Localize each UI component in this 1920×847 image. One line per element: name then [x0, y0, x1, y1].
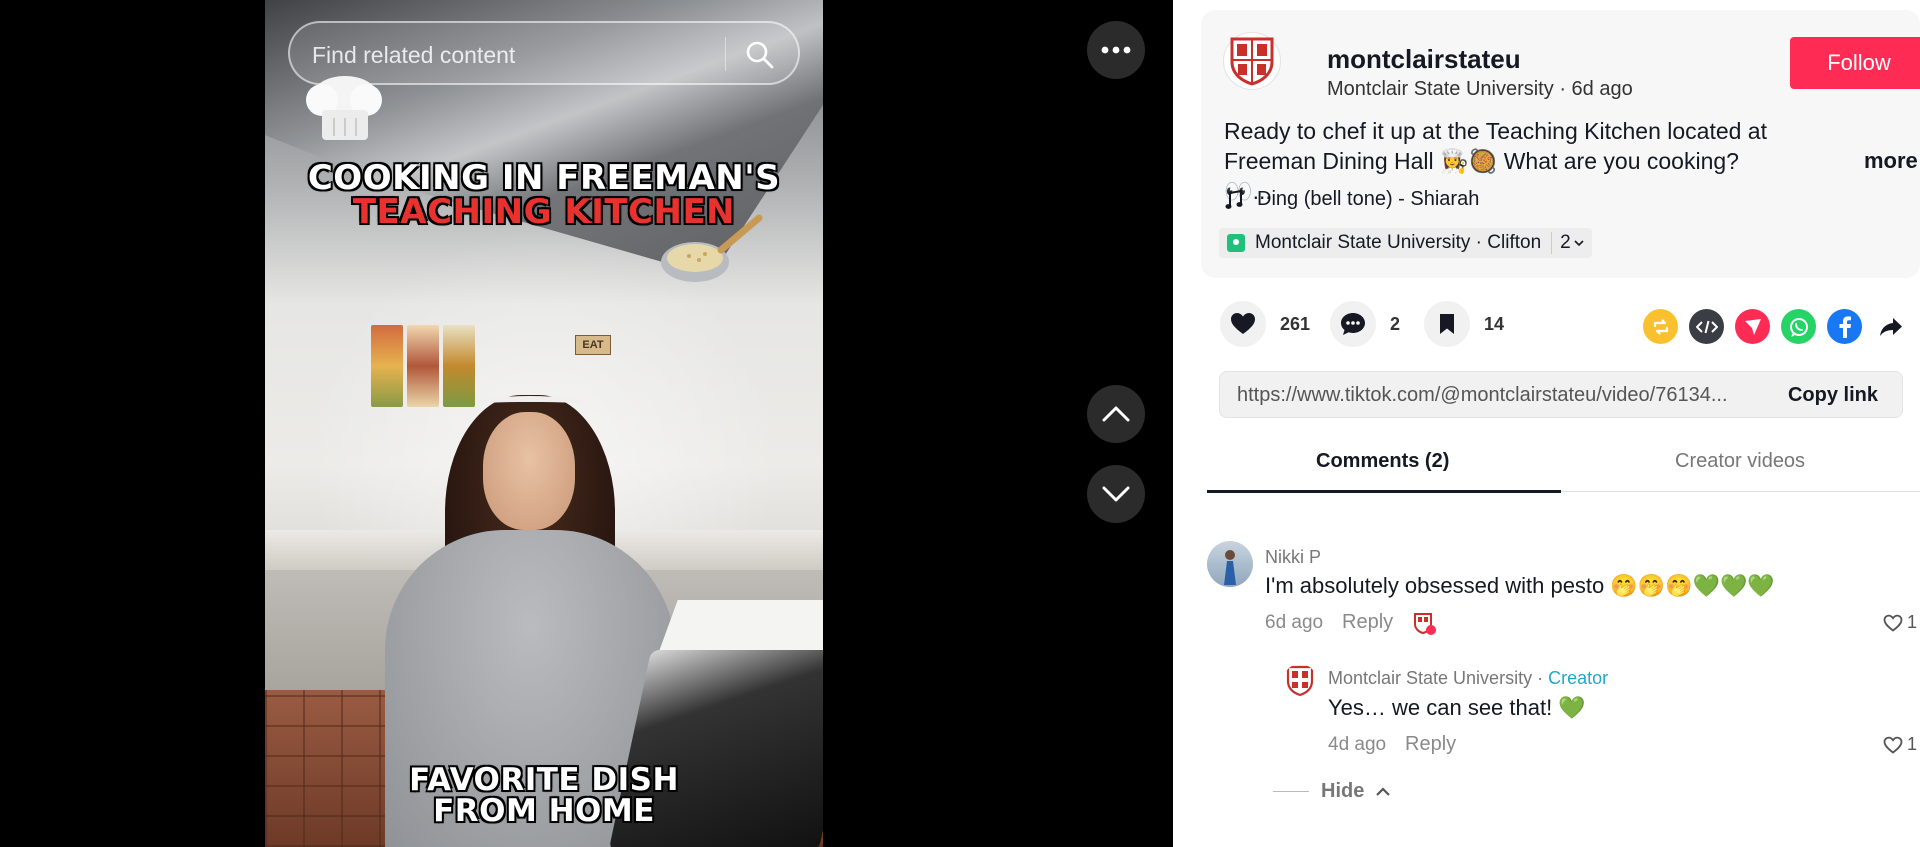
details-panel: montclairstateu Montclair State Universi… — [1173, 0, 1920, 847]
like-action[interactable]: 261 — [1220, 301, 1310, 347]
author-username[interactable]: montclairstateu — [1327, 44, 1521, 75]
wall-art — [407, 325, 439, 407]
separator-dot: · — [1559, 78, 1572, 100]
reply-time: 4d ago — [1328, 734, 1387, 755]
reply-like[interactable]: 1 — [1883, 734, 1917, 755]
music-title: Ding (bell tone) - Shiarah — [1257, 188, 1480, 210]
author-avatar[interactable] — [1223, 32, 1281, 90]
whatsapp-icon — [1789, 317, 1808, 337]
university-shield-icon — [1230, 37, 1274, 86]
location-count[interactable]: 2 — [1551, 232, 1584, 254]
chevron-down-small-icon — [1574, 239, 1584, 246]
author-display-name: Montclair State University — [1327, 78, 1554, 100]
whatsapp-share-button[interactable] — [1781, 309, 1816, 344]
location-tag[interactable]: Montclair State University · Clifton 2 — [1219, 228, 1592, 258]
commenter-avatar[interactable] — [1207, 541, 1253, 587]
page-root: EAT Find related content COOKING IN FREE… — [0, 0, 1920, 847]
heart-outline-icon — [1883, 736, 1903, 754]
wall-art — [371, 325, 403, 407]
comment-bubble-icon — [1341, 313, 1365, 335]
previous-video-button[interactable] — [1087, 385, 1145, 443]
chef-hat-icon — [306, 76, 382, 140]
comment-like-count: 1 — [1907, 612, 1918, 632]
bookmark-button[interactable] — [1424, 301, 1470, 347]
location-pin-icon — [1227, 234, 1245, 252]
hide-replies-button[interactable]: Hide — [1273, 780, 1391, 803]
comment-count: 2 — [1390, 313, 1401, 334]
more-options-button[interactable] — [1087, 21, 1145, 79]
active-tab-indicator — [1207, 490, 1561, 493]
bookmark-action[interactable]: 14 — [1424, 301, 1504, 347]
bookmark-count: 14 — [1484, 313, 1505, 334]
reply-button[interactable]: Reply — [1342, 611, 1393, 634]
comment-like[interactable]: 1 — [1883, 612, 1917, 633]
comment-button[interactable] — [1330, 301, 1376, 347]
creator-liked-badge-icon — [1414, 613, 1436, 635]
more-link[interactable]: more — [1864, 148, 1918, 174]
share-icons-row — [1643, 309, 1908, 344]
overlay-title-line2: TEACHING KITCHEN — [352, 192, 736, 232]
ellipsis-icon — [1101, 46, 1131, 54]
overlay-caption-line2: FROM HOME — [433, 793, 655, 829]
search-icon[interactable] — [744, 39, 776, 71]
chevron-up-small-icon — [1376, 787, 1391, 796]
share-more-button[interactable] — [1873, 309, 1908, 344]
reply-text: Yes… we can see that! 💚 — [1328, 695, 1586, 720]
headband — [475, 396, 585, 412]
next-video-button[interactable] — [1087, 465, 1145, 523]
comment-action[interactable]: 2 — [1330, 301, 1400, 347]
tab-creator-videos[interactable]: Creator videos — [1675, 450, 1805, 473]
music-note-icon — [1225, 189, 1243, 209]
person-face — [483, 412, 575, 530]
wall-art — [443, 325, 475, 407]
video-search-placeholder: Find related content — [312, 42, 516, 68]
chevron-down-icon — [1102, 486, 1130, 502]
like-button[interactable] — [1220, 301, 1266, 347]
post-info-card: montclairstateu Montclair State Universi… — [1201, 10, 1920, 278]
comment-time: 6d ago — [1265, 612, 1324, 633]
location-count-value: 2 — [1560, 232, 1571, 253]
panel-tabs: Comments (2) Creator videos — [1207, 440, 1920, 493]
university-shield-icon — [1286, 665, 1314, 697]
person-photo-icon — [1224, 550, 1236, 585]
comment-text: I'm absolutely obsessed with pesto 🤭🤭🤭💚💚… — [1265, 573, 1775, 598]
reply-author-line: Montclair State University · Creator — [1328, 668, 1608, 689]
reply-author-name[interactable]: Montclair State University — [1328, 668, 1532, 688]
bookmark-icon — [1440, 314, 1454, 334]
hide-label: Hide — [1321, 780, 1365, 802]
facebook-share-button[interactable] — [1827, 309, 1862, 344]
location-name: Montclair State University · Clifton — [1255, 232, 1542, 253]
hide-divider-line — [1273, 791, 1309, 792]
send-to-friends-button[interactable] — [1735, 309, 1770, 344]
embed-button[interactable] — [1689, 309, 1724, 344]
copy-link-box: https://www.tiktok.com/@montclairstateu/… — [1219, 371, 1903, 418]
reply-like-count: 1 — [1907, 734, 1918, 754]
creator-badge: Creator — [1548, 668, 1609, 688]
separator-dot: · — [1537, 668, 1549, 688]
repost-button[interactable] — [1643, 309, 1678, 344]
video-url[interactable]: https://www.tiktok.com/@montclairstateu/… — [1237, 384, 1757, 407]
tab-comments[interactable]: Comments (2) — [1316, 450, 1449, 473]
heart-outline-icon — [1883, 614, 1903, 632]
facebook-icon — [1839, 315, 1851, 338]
chevron-up-icon — [1102, 406, 1130, 422]
reply-button[interactable]: Reply — [1405, 733, 1456, 756]
reply-author-avatar[interactable] — [1283, 664, 1317, 698]
search-divider — [725, 37, 726, 71]
share-arrow-icon — [1879, 317, 1902, 336]
commenter-name[interactable]: Nikki P — [1265, 547, 1321, 568]
author-subline: Montclair State University · 6d ago — [1327, 78, 1633, 101]
video-area: EAT Find related content COOKING IN FREE… — [0, 0, 1173, 847]
copy-link-button[interactable]: Copy link — [1788, 384, 1878, 407]
eat-sign: EAT — [575, 335, 611, 355]
heart-icon — [1231, 313, 1255, 334]
music-row[interactable]: Ding (bell tone) - Shiarah — [1225, 188, 1479, 211]
follow-button[interactable]: Follow — [1790, 37, 1920, 89]
embed-code-icon — [1695, 320, 1718, 333]
repost-icon — [1653, 318, 1668, 335]
paper-plane-icon — [1744, 318, 1761, 335]
like-count: 261 — [1280, 313, 1311, 334]
post-time: 6d ago — [1571, 78, 1633, 100]
